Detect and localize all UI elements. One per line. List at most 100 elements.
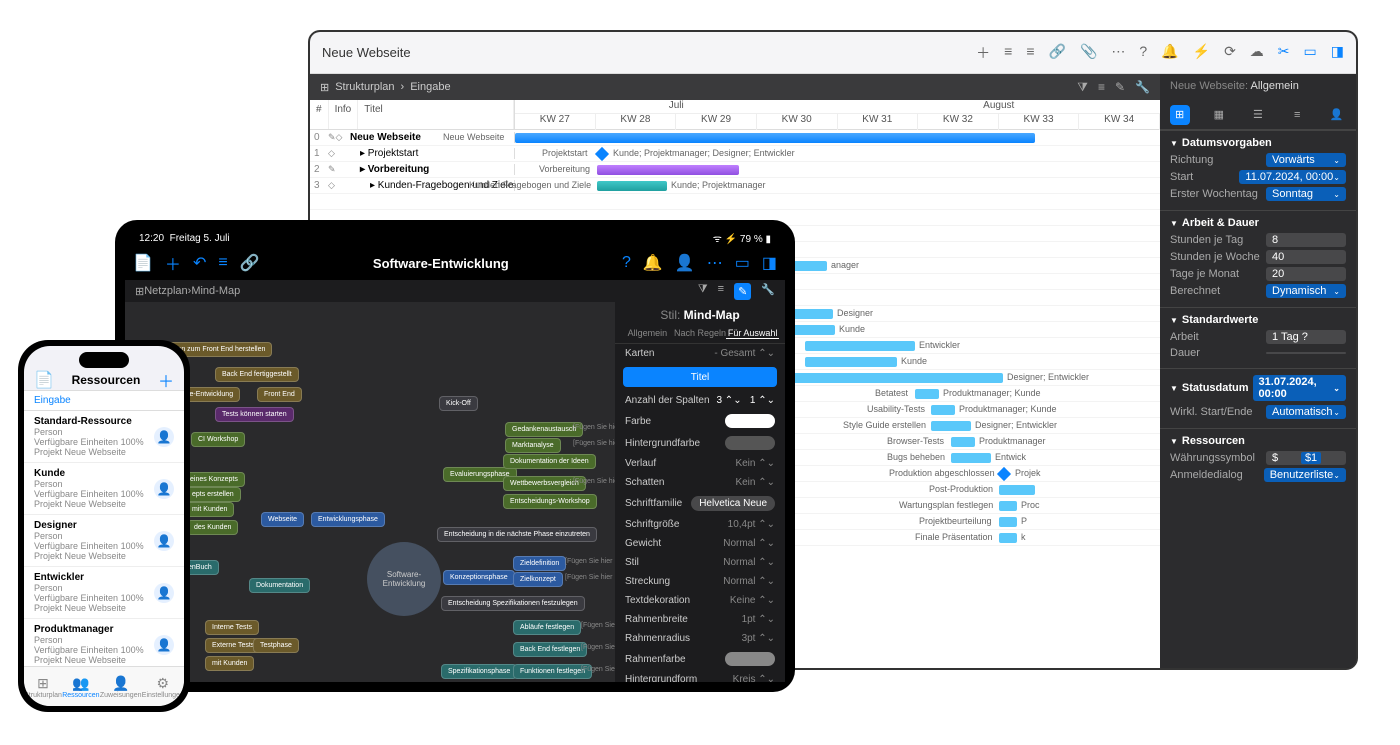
- sort-icon[interactable]: ≡: [1098, 80, 1105, 95]
- mindmap-center-node[interactable]: Software-Entwicklung: [367, 542, 441, 616]
- mindmap-node[interactable]: Gedankenaustausch: [505, 422, 583, 437]
- style-row[interactable]: Rahmenbreite1pt ⌃⌄: [615, 610, 785, 629]
- tab-zuweisungen[interactable]: 👤Zuweisungen: [100, 675, 142, 699]
- panel-tab-auswahl[interactable]: Für Auswahl: [726, 328, 779, 339]
- col-idx[interactable]: #: [310, 100, 329, 129]
- panel-left-icon[interactable]: ▭: [1304, 43, 1317, 63]
- segment-titel[interactable]: Titel: [623, 367, 777, 387]
- clip-icon[interactable]: 📎: [1080, 43, 1097, 63]
- gantt-row[interactable]: 2✎▸ VorbereitungVorbereitung: [310, 162, 1160, 178]
- mindmap-node[interactable]: Marktanalyse: [505, 438, 561, 453]
- insp-tab-calendar[interactable]: ▦: [1209, 105, 1229, 125]
- gantt-row[interactable]: 1◇▸ ProjektstartProjektstartKunde; Proje…: [310, 146, 1160, 162]
- inspector-field[interactable]: AnmeldedialogBenutzerliste⌄: [1170, 468, 1346, 482]
- wrench-icon[interactable]: 🔧: [1135, 80, 1150, 95]
- mindmap-node[interactable]: epts erstellen: [185, 487, 241, 502]
- sort-icon[interactable]: ≡: [718, 283, 724, 300]
- mindmap-node[interactable]: Tests können starten: [215, 407, 294, 422]
- mindmap-node[interactable]: Konzeptionsphase: [443, 570, 515, 585]
- inspector-field[interactable]: Währungssymbol$ $1: [1170, 451, 1346, 465]
- mindmap-node[interactable]: mit Kunden: [185, 502, 234, 517]
- insp-tab-outline[interactable]: ≡: [1287, 105, 1307, 125]
- link-icon[interactable]: 🔗: [240, 253, 260, 273]
- indent-icon[interactable]: ≡: [1004, 43, 1012, 63]
- tablet-style-panel[interactable]: Stil: Mind-Map Allgemein Nach Regeln Für…: [615, 302, 785, 682]
- style-row[interactable]: GewichtNormal ⌃⌄: [615, 534, 785, 553]
- insp-tab-list[interactable]: ☰: [1248, 105, 1268, 125]
- panel-tab-regeln[interactable]: Nach Regeln: [674, 328, 727, 339]
- mindmap-node[interactable]: Webseite: [261, 512, 304, 527]
- mindmap-node[interactable]: Abläufe festlegen: [513, 620, 581, 635]
- tablet-breadcrumb[interactable]: ⊞ Netzplan › Mind-Map ⧩ ≡ ✎ 🔧: [125, 280, 785, 302]
- panel-icon[interactable]: ▭: [735, 253, 750, 273]
- undo-icon[interactable]: ↶: [193, 253, 206, 273]
- crumb-strukturplan[interactable]: Strukturplan: [335, 81, 394, 93]
- panel-right-icon[interactable]: ◨: [762, 253, 777, 273]
- inspector-field[interactable]: BerechnetDynamisch⌄: [1170, 284, 1346, 298]
- doc-icon[interactable]: 📄: [34, 370, 54, 390]
- doc-icon[interactable]: 📄: [133, 253, 153, 273]
- mindmap-node[interactable]: Zieldefinition: [513, 556, 566, 571]
- inspector-field[interactable]: RichtungVorwärts⌄: [1170, 153, 1346, 167]
- style-row[interactable]: SchriftfamilieHelvetica Neue: [615, 492, 785, 515]
- link-icon[interactable]: 🔗: [1049, 43, 1066, 63]
- resource-item[interactable]: ProduktmanagerPersonVerfügbare Einheiten…: [24, 619, 184, 666]
- wrench-icon[interactable]: 🔧: [761, 283, 775, 300]
- filter-icon[interactable]: ⧩: [698, 283, 708, 300]
- bolt-icon[interactable]: ⚡: [1193, 43, 1210, 63]
- inspector-field[interactable]: Stunden je Woche40: [1170, 250, 1346, 264]
- gantt-row[interactable]: [310, 194, 1160, 210]
- add-icon[interactable]: ＋: [165, 251, 181, 275]
- style-row[interactable]: Rahmenfarbe: [615, 648, 785, 670]
- style-row[interactable]: StilNormal ⌃⌄: [615, 553, 785, 572]
- help-icon[interactable]: ?: [622, 254, 631, 272]
- tab-ressourcen[interactable]: 👥Ressourcen: [62, 675, 99, 699]
- resource-item[interactable]: EntwicklerPersonVerfügbare Einheiten 100…: [24, 567, 184, 619]
- tab-strukturplan[interactable]: ⊞Strukturplan: [24, 675, 62, 699]
- panel-right-icon[interactable]: ◨: [1331, 43, 1344, 63]
- mindmap-node[interactable]: Testphase: [253, 638, 299, 653]
- style-row[interactable]: Schriftgröße10,4pt ⌃⌄: [615, 515, 785, 534]
- mindmap-node[interactable]: Zielkonzept: [513, 572, 563, 587]
- mindmap-node[interactable]: Dokumentation: [249, 578, 310, 593]
- inspector-field[interactable]: Erster WochentagSonntag⌄: [1170, 187, 1346, 201]
- mindmap-node[interactable]: des Kunden: [187, 520, 238, 535]
- mindmap-node[interactable]: Interne Tests: [205, 620, 259, 635]
- insp-tab-person[interactable]: 👤: [1326, 105, 1346, 125]
- style-row[interactable]: TextdekorationKeine ⌃⌄: [615, 591, 785, 610]
- mindmap-node[interactable]: Kick-Off: [439, 396, 478, 411]
- resource-item[interactable]: DesignerPersonVerfügbare Einheiten 100%P…: [24, 515, 184, 567]
- wand-icon[interactable]: ✎: [1115, 80, 1125, 95]
- add-icon[interactable]: ＋: [158, 368, 174, 392]
- indent-icon[interactable]: ≡: [218, 254, 227, 272]
- inspector-field[interactable]: Stunden je Tag8: [1170, 233, 1346, 247]
- help-icon[interactable]: ?: [1139, 43, 1147, 63]
- style-row[interactable]: Farbe: [615, 410, 785, 432]
- tools-icon[interactable]: ✂: [1278, 43, 1290, 63]
- mindmap-node[interactable]: Dokumentation der Ideen: [503, 454, 596, 469]
- gantt-row[interactable]: 3◇▸ Kunden-Fragebogen und ZieleKunden-Fr…: [310, 178, 1160, 194]
- mac-inspector[interactable]: Neue Webseite: Allgemein ⊞ ▦ ☰ ≡ 👤 Datum…: [1160, 74, 1356, 668]
- cloud-icon[interactable]: ☁: [1250, 43, 1264, 63]
- style-row[interactable]: SchattenKein ⌃⌄: [615, 473, 785, 492]
- mindmap-node[interactable]: Back End festlegen: [513, 642, 587, 657]
- refresh-icon[interactable]: ⟳: [1224, 43, 1236, 63]
- bell-icon[interactable]: 🔔: [643, 253, 663, 273]
- col-info[interactable]: Info: [329, 100, 359, 129]
- style-icon[interactable]: ✎: [734, 283, 751, 300]
- more-icon[interactable]: ⋯: [707, 253, 723, 273]
- mindmap-node[interactable]: Spezifikationsphase: [441, 664, 517, 679]
- style-row[interactable]: StreckungNormal ⌃⌄: [615, 572, 785, 591]
- add-icon[interactable]: ＋: [976, 43, 990, 63]
- more-icon[interactable]: ⋯: [1111, 43, 1125, 63]
- resource-item[interactable]: Standard-RessourcePersonVerfügbare Einhe…: [24, 411, 184, 463]
- phone-resource-list[interactable]: Standard-RessourcePersonVerfügbare Einhe…: [24, 411, 184, 666]
- mindmap-node[interactable]: Entscheidung in die nächste Phase einzut…: [437, 527, 597, 542]
- mindmap-node[interactable]: eines Konzepts: [183, 472, 245, 487]
- gantt-row[interactable]: 0✎◇Neue WebseiteNeue Webseite: [310, 130, 1160, 146]
- inspector-field[interactable]: Start11.07.2024, 00:00⌄: [1170, 170, 1346, 184]
- style-row[interactable]: VerlaufKein ⌃⌄: [615, 454, 785, 473]
- mindmap-node[interactable]: Entscheidung Spezifikationen festzulegen: [441, 596, 585, 611]
- mindmap-node[interactable]: CI Workshop: [191, 432, 245, 447]
- filter-icon[interactable]: ⧩: [1077, 80, 1088, 95]
